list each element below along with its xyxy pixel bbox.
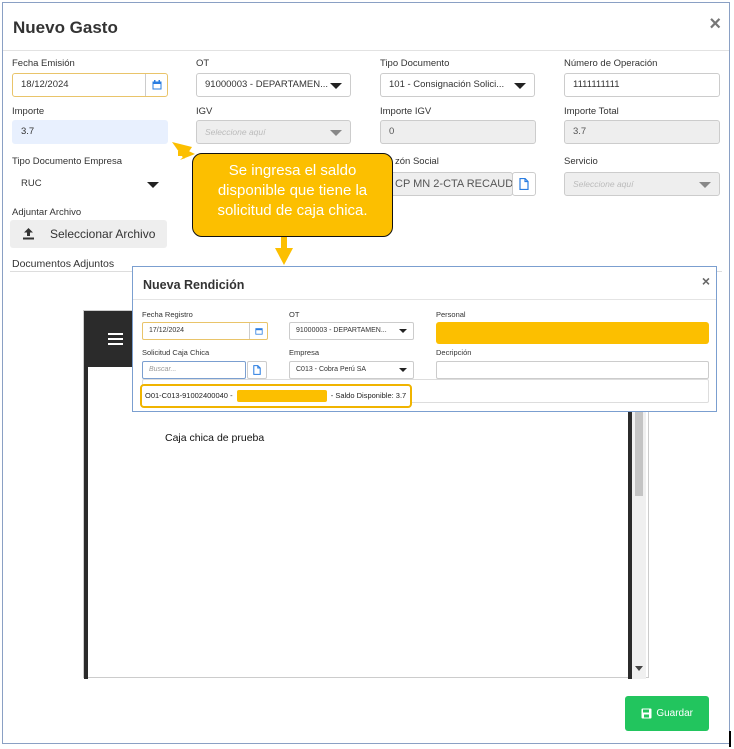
- annotation-callout: Se ingresa el saldo disponible que tiene…: [192, 153, 393, 237]
- save-button[interactable]: Guardar: [625, 696, 709, 731]
- save-icon: [641, 708, 652, 719]
- callout-arrows: [172, 142, 293, 265]
- arrow-left-head: [172, 142, 192, 159]
- arrow-down-head: [275, 248, 293, 265]
- save-label: Guardar: [656, 708, 693, 719]
- corner-mark: [729, 731, 731, 747]
